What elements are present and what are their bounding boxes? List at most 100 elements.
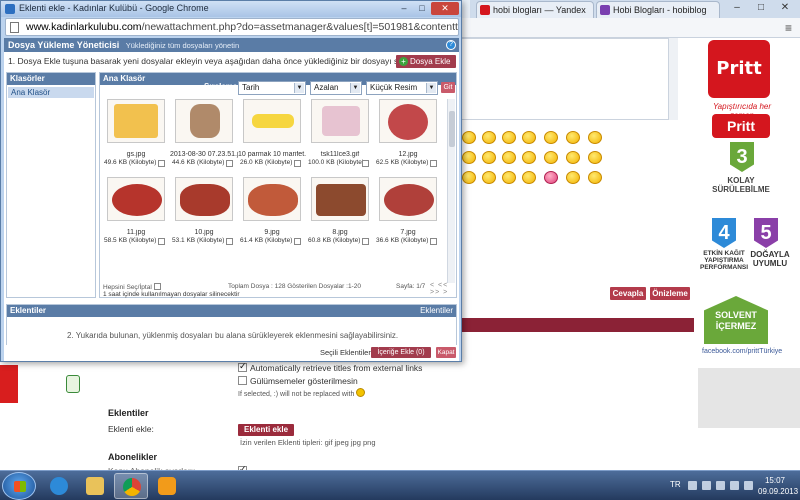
- folder-item-main[interactable]: Ana Klasör: [8, 87, 94, 98]
- smiley-icon[interactable]: [482, 171, 496, 184]
- sort-by-select[interactable]: Tarih ▼: [238, 81, 306, 95]
- file-thumbnail[interactable]: [107, 177, 165, 221]
- file-thumbnail[interactable]: [175, 99, 233, 143]
- auto-titles-option[interactable]: Automatically retrieve titles from exter…: [238, 361, 422, 373]
- smiley-icon[interactable]: [566, 171, 580, 184]
- file-item[interactable]: gs.jpg 49.6 KB (Kilobyte): [102, 99, 166, 174]
- maximize-icon[interactable]: □: [413, 2, 431, 15]
- file-item[interactable]: 12.jpg 62.5 KB (Kilobyte): [374, 99, 438, 174]
- file-thumbnail[interactable]: [379, 99, 437, 143]
- smiley-icon[interactable]: [482, 151, 496, 164]
- file-thumbnail[interactable]: [379, 177, 437, 221]
- tab-yandex[interactable]: hobi blogları — Yandex: [476, 1, 594, 18]
- file-thumbnail[interactable]: [243, 177, 301, 221]
- smiley-icon[interactable]: [588, 131, 602, 144]
- language-indicator[interactable]: TR: [670, 480, 681, 489]
- taskbar-ie[interactable]: [42, 473, 76, 499]
- file-checkbox[interactable]: [430, 160, 437, 167]
- pritt-advertisement[interactable]: Pritt Yapıştırıcıda her zaman Pritt 3 KO…: [698, 38, 800, 470]
- smiley-icon[interactable]: [566, 151, 580, 164]
- sort-order-select[interactable]: Azalan ▼: [310, 81, 362, 95]
- smiley-icon[interactable]: [544, 131, 558, 144]
- start-button[interactable]: [2, 472, 36, 500]
- file-checkbox[interactable]: [226, 160, 233, 167]
- left-side-advertisement[interactable]: [0, 365, 95, 403]
- taskbar-explorer[interactable]: [78, 473, 112, 499]
- smiley-icon[interactable]: [544, 151, 558, 164]
- select-all-checkbox[interactable]: [153, 283, 161, 290]
- close-icon[interactable]: ✕: [431, 2, 459, 15]
- file-checkbox[interactable]: [294, 160, 301, 167]
- file-checkbox[interactable]: [294, 238, 301, 245]
- close-icon[interactable]: ✕: [774, 1, 796, 16]
- kiss-smiley-icon[interactable]: [544, 171, 558, 184]
- smiley-icon[interactable]: [502, 171, 516, 184]
- scrollbar-thumb[interactable]: [449, 111, 455, 147]
- minimize-icon[interactable]: –: [395, 2, 413, 15]
- file-item[interactable]: 7.jpg 36.6 KB (Kilobyte): [374, 177, 438, 252]
- tray-volume-icon[interactable]: [744, 481, 753, 490]
- add-file-button[interactable]: + Dosya Ekle: [396, 55, 456, 68]
- close-button[interactable]: Kapat: [436, 347, 456, 358]
- smiley-icon[interactable]: [502, 131, 516, 144]
- editor-textarea[interactable]: [460, 38, 678, 120]
- preview-button[interactable]: Önizleme: [650, 287, 690, 300]
- file-checkbox[interactable]: [430, 238, 437, 245]
- maximize-icon[interactable]: □: [750, 1, 772, 16]
- smiley-icon[interactable]: [588, 151, 602, 164]
- smiley-icon[interactable]: [462, 171, 476, 184]
- tab-hobi-bloglari[interactable]: Hobi Blogları - hobiblog: [596, 1, 720, 18]
- menu-icon[interactable]: ≡: [785, 21, 792, 35]
- smiley-icon[interactable]: [588, 171, 602, 184]
- smiley-icon[interactable]: [462, 131, 476, 144]
- smiley-icon[interactable]: [522, 131, 536, 144]
- file-checkbox[interactable]: [362, 160, 369, 167]
- show-smileys-checkbox[interactable]: [238, 376, 247, 385]
- view-mode-select[interactable]: Küçük Resim ▼: [366, 81, 438, 95]
- file-item[interactable]: 8.jpg 60.8 KB (Kilobyte): [306, 177, 370, 252]
- file-thumbnail[interactable]: [243, 99, 301, 143]
- file-item[interactable]: 10.jpg 53.1 KB (Kilobyte): [170, 177, 234, 252]
- popup-titlebar[interactable]: Eklenti ekle - Kadınlar Kulübü - Google …: [1, 1, 461, 17]
- file-item[interactable]: 9.jpg 61.4 KB (Kilobyte): [238, 177, 302, 252]
- help-icon[interactable]: ?: [446, 40, 456, 50]
- auto-titles-checkbox[interactable]: [238, 361, 247, 372]
- smiley-icon[interactable]: [482, 131, 496, 144]
- file-checkbox[interactable]: [362, 238, 369, 245]
- tray-up-arrow-icon[interactable]: [688, 481, 697, 490]
- reply-button[interactable]: Cevapla: [610, 287, 646, 300]
- taskbar-chrome[interactable]: [114, 473, 148, 499]
- insert-into-content-button[interactable]: İçeriğe Ekle (0): [371, 347, 431, 358]
- file-checkbox[interactable]: [158, 160, 165, 167]
- tray-network-icon[interactable]: [730, 481, 739, 490]
- file-item[interactable]: 10 parmak 10 marifet. 26.0 KB (Kilobyte): [238, 99, 306, 174]
- file-checkbox[interactable]: [158, 238, 165, 245]
- show-smileys-option[interactable]: Gülümsemeler gösterilmesin: [238, 376, 358, 386]
- taskbar-media[interactable]: [150, 473, 184, 499]
- file-thumbnail[interactable]: [311, 99, 369, 143]
- smiley-icon[interactable]: [522, 171, 536, 184]
- clock[interactable]: 15:07 09.09.2013: [758, 475, 798, 497]
- file-checkbox[interactable]: [226, 238, 233, 245]
- add-attachment-button[interactable]: Eklenti ekle: [238, 424, 295, 436]
- editor-scrollbar[interactable]: [668, 38, 678, 120]
- pagination-controls[interactable]: < << >> >: [430, 282, 456, 296]
- go-button[interactable]: Git: [441, 82, 455, 93]
- tray-display-icon[interactable]: [716, 481, 725, 490]
- smiley-icon[interactable]: [566, 131, 580, 144]
- file-item[interactable]: 2013-08-30 07.23.51.jp 44.6 KB (Kilobyte…: [170, 99, 238, 174]
- file-thumbnail[interactable]: [311, 177, 369, 221]
- smiley-icon[interactable]: [522, 151, 536, 164]
- file-thumbnail[interactable]: [175, 177, 233, 221]
- file-item[interactable]: 11.jpg 58.5 KB (Kilobyte): [102, 177, 166, 252]
- address-bar[interactable]: www.kadinlarkulubu.com/newattachment.php…: [5, 18, 459, 36]
- file-thumbnail[interactable]: [107, 99, 165, 143]
- file-grid-scrollbar[interactable]: [447, 99, 455, 283]
- tray-flag-icon[interactable]: [702, 481, 711, 490]
- minimize-icon[interactable]: –: [726, 1, 748, 16]
- smiley-icon[interactable]: [502, 151, 516, 164]
- smiley-icon[interactable]: [462, 151, 476, 164]
- facebook-link[interactable]: facebook.com/prittTürkiye: [702, 348, 782, 364]
- select-all-toggle[interactable]: Hepsini Seç/İptal: [103, 283, 161, 291]
- file-item[interactable]: tsk11lce3.gif 100.0 KB (Kilobyte): [306, 99, 370, 174]
